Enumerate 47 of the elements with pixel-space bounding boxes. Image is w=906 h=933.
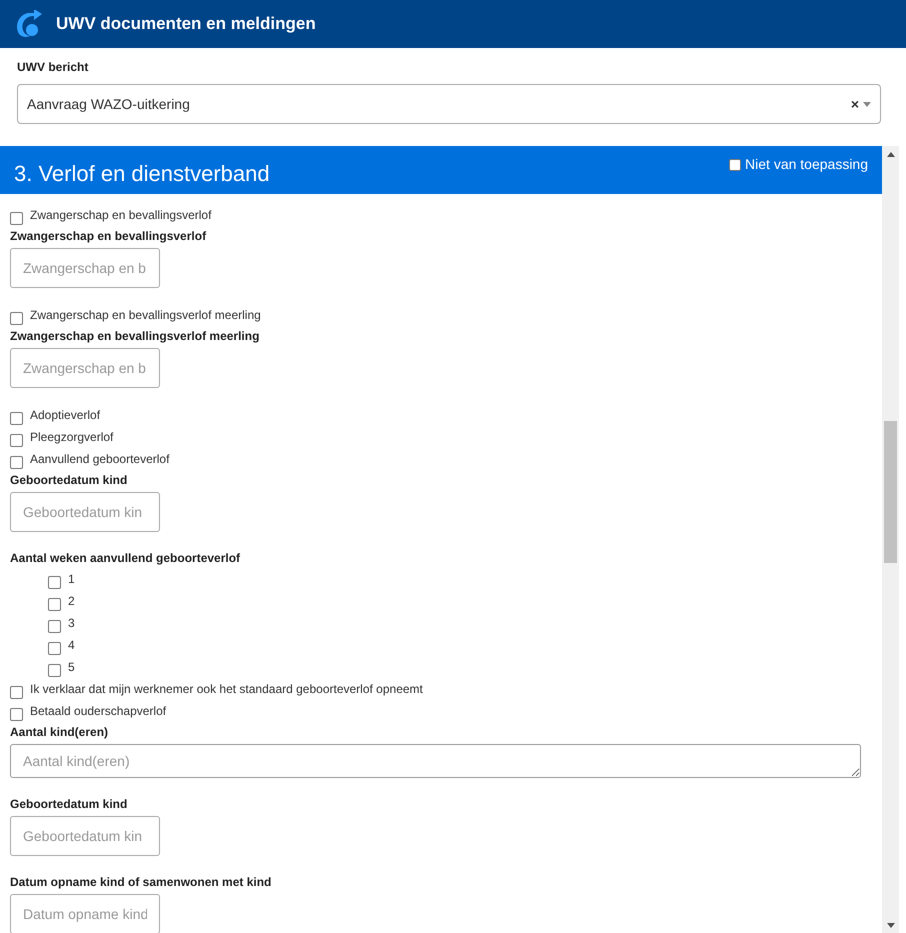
option-label: 3 (68, 615, 75, 632)
checkbox[interactable] (729, 159, 742, 171)
text-area[interactable]: Aantal kind(eren) (10, 744, 861, 778)
field-label: Zwangerschap en bevallingsverlof meerling (10, 328, 260, 345)
checkbox-label: Aanvullend geboorteverlof (30, 451, 170, 468)
checkbox-label: Zwangerschap en bevallingsverlof (30, 207, 212, 224)
checkbox[interactable] (48, 664, 61, 677)
checkbox[interactable] (10, 456, 23, 469)
clear-icon[interactable]: × (850, 94, 859, 114)
option-label: 4 (68, 637, 75, 654)
field-label: UWV bericht (17, 59, 90, 76)
section-title: 3. Verlof en dienstverband (14, 160, 270, 188)
field-label: Aantal kind(eren) (10, 724, 110, 741)
checkbox[interactable] (48, 642, 61, 655)
checkbox[interactable] (10, 412, 23, 425)
checkbox[interactable] (10, 212, 23, 225)
input-field[interactable]: Zwangerschap en b (10, 348, 160, 388)
checkbox[interactable] (10, 312, 23, 325)
scrollbar-thumb[interactable] (884, 421, 897, 563)
option-label: 2 (68, 593, 75, 610)
checkbox[interactable] (10, 434, 23, 447)
field-label: Aantal weken aanvullend geboorteverlof (10, 550, 242, 567)
app-title: UWV documenten en meldingen (56, 13, 316, 36)
option-label: 1 (68, 571, 75, 588)
checkbox-label: Pleegzorgverlof (30, 429, 114, 446)
scroll-down-icon[interactable] (886, 923, 894, 928)
field-label: Geboortedatum kind (10, 796, 128, 813)
checkbox[interactable] (10, 686, 23, 699)
checkbox-label: Adoptieverlof (30, 407, 100, 424)
option-label: 5 (68, 659, 75, 676)
checkbox-label: Zwangerschap en bevallingsverlof meerling (30, 307, 261, 324)
field-label: Zwangerschap en bevallingsverlof (10, 228, 208, 245)
message-select[interactable]: Aanvraag WAZO-uitkering × (17, 84, 881, 124)
scroll-up-icon[interactable] (886, 152, 894, 157)
checkbox[interactable] (48, 576, 61, 589)
dropdown-caret-icon[interactable] (863, 102, 871, 106)
input-field[interactable]: Geboortedatum kin (10, 816, 160, 856)
input-field[interactable]: Zwangerschap en b (10, 248, 160, 288)
field-label: Datum opname kind of samenwonen met kind (10, 874, 272, 891)
checkbox-label: Niet van toepassing (745, 155, 868, 174)
checkbox[interactable] (48, 598, 61, 611)
input-field[interactable]: Geboortedatum kin (10, 492, 160, 532)
checkbox[interactable] (48, 620, 61, 633)
checkbox-label: Betaald ouderschapverlof (30, 703, 166, 720)
checkbox[interactable] (10, 708, 23, 721)
field-label: Geboortedatum kind (10, 472, 128, 489)
checkbox-label: Ik verklaar dat mijn werknemer ook het standaard geboorteverlof opneemt (30, 681, 423, 698)
